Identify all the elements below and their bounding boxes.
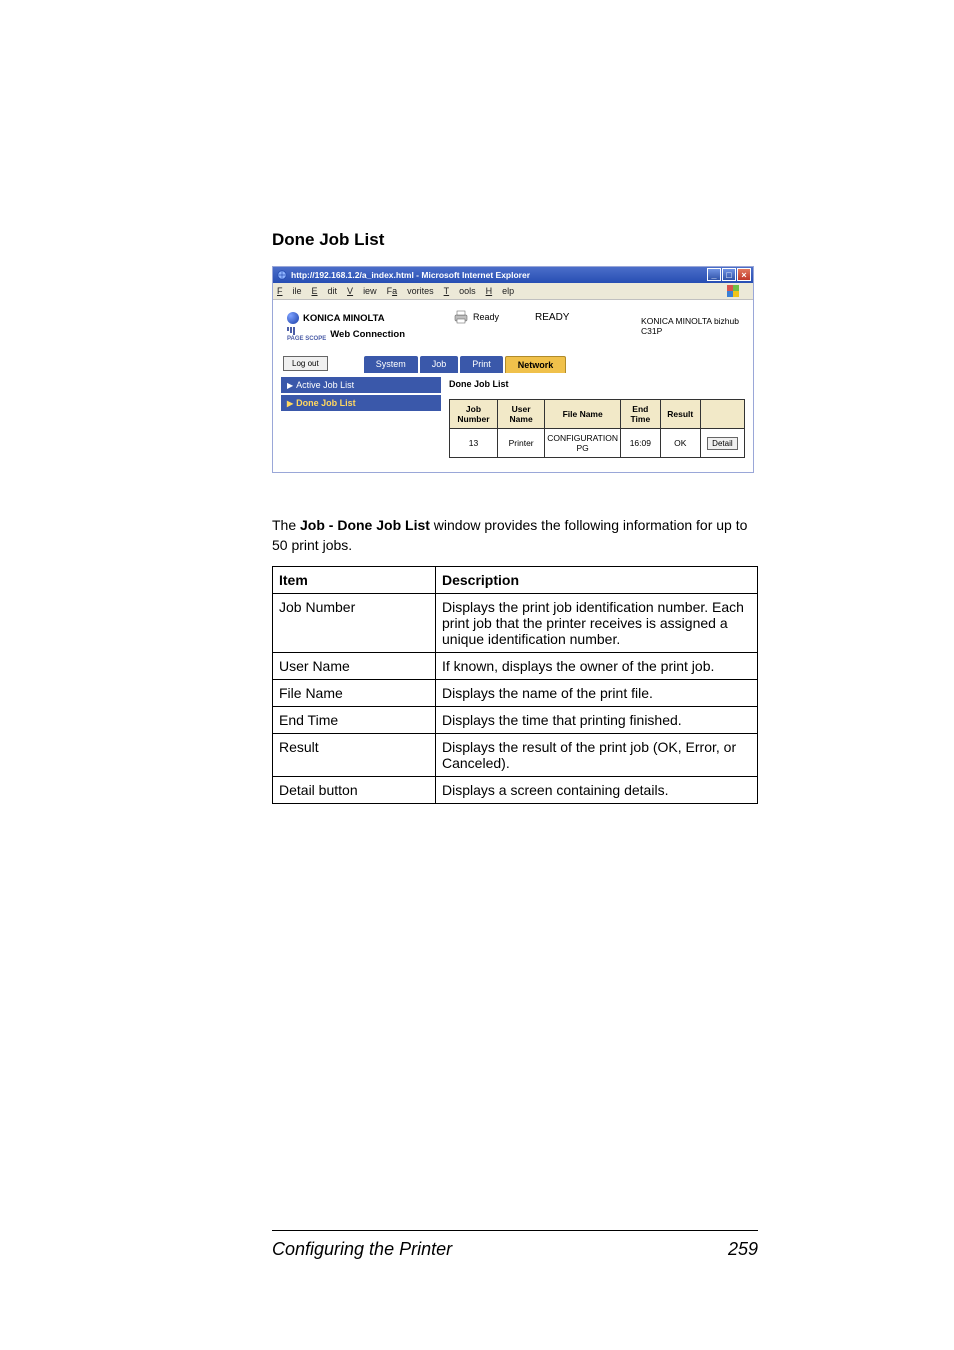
window-title-text: http://192.168.1.2/a_index.html - Micros… bbox=[291, 270, 530, 280]
desc-header-desc: Description bbox=[436, 566, 758, 593]
panel-title: Done Job List bbox=[449, 379, 745, 389]
desc-item: File Name bbox=[273, 679, 436, 706]
col-detail bbox=[700, 400, 744, 429]
caret-right-icon: ▶ bbox=[287, 381, 293, 390]
tab-system[interactable]: System bbox=[364, 356, 418, 373]
desc-item: Result bbox=[273, 733, 436, 776]
ie-logo-icon bbox=[727, 285, 739, 297]
cell-file-name: CONFIGURATION PG bbox=[545, 429, 621, 458]
sidebar-active-job-list[interactable]: ▶ Active Job List bbox=[281, 377, 441, 393]
tab-network[interactable]: Network bbox=[505, 356, 567, 373]
col-result: Result bbox=[660, 400, 700, 429]
desc-text: If known, displays the owner of the prin… bbox=[436, 652, 758, 679]
desc-header-item: Item bbox=[273, 566, 436, 593]
col-user-name: User Name bbox=[497, 400, 544, 429]
table-row: End Time Displays the time that printing… bbox=[273, 706, 758, 733]
page-footer: Configuring the Printer 259 bbox=[196, 1230, 758, 1260]
table-row: File Name Displays the name of the print… bbox=[273, 679, 758, 706]
table-row: Result Displays the result of the print … bbox=[273, 733, 758, 776]
window-titlebar: http://192.168.1.2/a_index.html - Micros… bbox=[273, 267, 753, 283]
footer-section-title: Configuring the Printer bbox=[272, 1239, 452, 1260]
para-bold: Job - Done Job List bbox=[300, 517, 430, 533]
brand-name: KONICA MINOLTA bbox=[303, 313, 385, 324]
cell-end-time: 16:09 bbox=[620, 429, 660, 458]
sidebar-item-label: Active Job List bbox=[296, 380, 354, 390]
desc-text: Displays the time that printing finished… bbox=[436, 706, 758, 733]
window-close-button[interactable]: × bbox=[737, 268, 751, 281]
cell-user-name: Printer bbox=[497, 429, 544, 458]
desc-text: Displays the result of the print job (OK… bbox=[436, 733, 758, 776]
tab-print[interactable]: Print bbox=[460, 356, 503, 373]
web-connection-label: Web Connection bbox=[330, 329, 405, 340]
status-ready-small: Ready bbox=[473, 310, 499, 322]
screenshot-window: http://192.168.1.2/a_index.html - Micros… bbox=[272, 266, 754, 473]
cell-job-number: 13 bbox=[450, 429, 498, 458]
model-line-1: KONICA MINOLTA bizhub bbox=[641, 316, 739, 326]
menu-file[interactable]: File bbox=[277, 286, 302, 296]
table-row: User Name If known, displays the owner o… bbox=[273, 652, 758, 679]
menu-favorites[interactable]: Favorites bbox=[387, 286, 434, 296]
desc-item: End Time bbox=[273, 706, 436, 733]
menubar: File Edit View Favorites Tools Help bbox=[273, 283, 753, 300]
menu-view[interactable]: View bbox=[347, 286, 377, 296]
col-job-number: Job Number bbox=[450, 400, 498, 429]
detail-button[interactable]: Detail bbox=[707, 437, 737, 450]
printer-status-icon bbox=[453, 310, 469, 324]
tab-job[interactable]: Job bbox=[420, 356, 459, 373]
col-file-name: File Name bbox=[545, 400, 621, 429]
window-maximize-button[interactable]: □ bbox=[722, 268, 736, 281]
cell-result: OK bbox=[660, 429, 700, 458]
sidebar-done-job-list[interactable]: ▶ Done Job List bbox=[281, 395, 441, 411]
logout-button[interactable]: Log out bbox=[283, 356, 328, 371]
desc-item: User Name bbox=[273, 652, 436, 679]
table-row: Detail button Displays a screen containi… bbox=[273, 776, 758, 803]
menu-tools[interactable]: Tools bbox=[444, 286, 476, 296]
description-table: Item Description Job Number Displays the… bbox=[272, 566, 758, 804]
model-line-2: C31P bbox=[641, 326, 739, 336]
desc-text: Displays the name of the print file. bbox=[436, 679, 758, 706]
ie-page-icon bbox=[277, 270, 287, 280]
caret-right-icon: ▶ bbox=[287, 399, 293, 408]
section-title: Done Job List bbox=[272, 230, 758, 250]
sidebar-item-label: Done Job List bbox=[296, 398, 356, 408]
done-job-table: Job Number User Name File Name End Time … bbox=[449, 399, 745, 458]
status-ready-big: READY bbox=[535, 310, 569, 323]
brand-dot-icon bbox=[287, 312, 299, 324]
table-row: Job Number Displays the print job identi… bbox=[273, 593, 758, 652]
menu-edit[interactable]: Edit bbox=[312, 286, 338, 296]
table-row: 13 Printer CONFIGURATION PG 16:09 OK Det… bbox=[450, 429, 745, 458]
desc-item: Job Number bbox=[273, 593, 436, 652]
menu-help[interactable]: Help bbox=[486, 286, 515, 296]
window-minimize-button[interactable]: _ bbox=[707, 268, 721, 281]
cell-detail: Detail bbox=[700, 429, 744, 458]
desc-text: Displays a screen containing details. bbox=[436, 776, 758, 803]
desc-text: Displays the print job identification nu… bbox=[436, 593, 758, 652]
pagescope-icon: PAGE SCOPE bbox=[287, 327, 326, 342]
footer-page-number: 259 bbox=[728, 1239, 758, 1260]
col-end-time: End Time bbox=[620, 400, 660, 429]
desc-item: Detail button bbox=[273, 776, 436, 803]
body-paragraph: The Job - Done Job List window provides … bbox=[272, 515, 758, 556]
